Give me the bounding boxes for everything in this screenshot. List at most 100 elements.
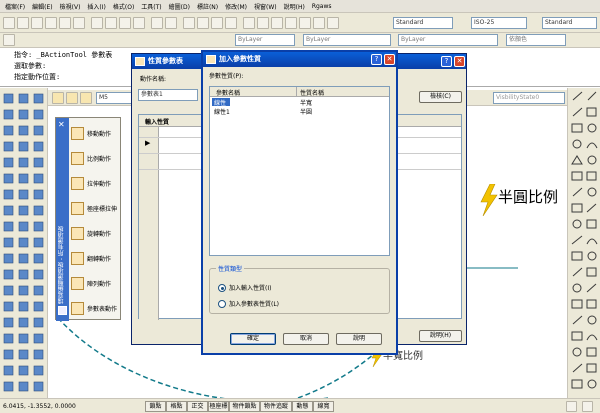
col-prop-name[interactable]: 性質名稱 xyxy=(300,88,324,97)
copy-icon[interactable] xyxy=(105,17,117,29)
osnap-toggle[interactable]: 物件鎖點 xyxy=(229,401,260,412)
palette-properties-icon[interactable] xyxy=(58,306,67,315)
menu-draw[interactable]: 繪圖(D) xyxy=(166,2,193,11)
save-block-as-icon[interactable] xyxy=(80,92,92,104)
check-button[interactable]: 檢核(C) xyxy=(419,91,462,103)
zoom-prev-icon[interactable] xyxy=(225,17,237,29)
undo-icon[interactable] xyxy=(151,17,163,29)
action-name-field[interactable]: 參數表1 xyxy=(138,89,198,101)
palette-item-stretch[interactable]: 拉伸動作 xyxy=(71,174,111,192)
table-row-cell[interactable]: 半圓 xyxy=(300,107,312,116)
menu-help[interactable]: 說明(H) xyxy=(281,2,308,11)
text-style-combo[interactable]: Standard xyxy=(393,17,453,29)
pan-icon[interactable] xyxy=(183,17,195,29)
dim-style-combo[interactable]: ISO-25 xyxy=(471,17,527,29)
lightning-icon xyxy=(480,184,498,216)
palette-item-lookup[interactable]: 參數表動作 xyxy=(71,299,117,317)
close-icon[interactable]: ✕ xyxy=(58,121,67,130)
layer-manager-icon[interactable] xyxy=(3,34,15,46)
help-button[interactable]: 說明(H) xyxy=(419,330,462,342)
help-button[interactable]: 說明 xyxy=(336,333,382,345)
tray-settings-icon[interactable] xyxy=(582,401,593,412)
palette-item-flip[interactable]: 翻轉動作 xyxy=(71,249,111,267)
menu-view[interactable]: 檢視(V) xyxy=(57,2,84,11)
zoom-icon[interactable] xyxy=(197,17,209,29)
menu-tools[interactable]: 工具(T) xyxy=(138,2,164,11)
grid-toggle[interactable]: 格點 xyxy=(166,401,187,412)
palette-item-polar-stretch[interactable]: 極座標拉伸 xyxy=(71,199,117,217)
new-icon[interactable] xyxy=(3,17,15,29)
palette-title-bar[interactable]: ✕ 塊寫編輯選項板 - 所有選項板 xyxy=(56,118,69,321)
menu-modify[interactable]: 修改(M) xyxy=(222,2,250,11)
menu-file[interactable]: 檔案(F) xyxy=(2,2,28,11)
print-icon[interactable] xyxy=(45,17,57,29)
table-row[interactable]: 線性 xyxy=(214,98,226,107)
palette-item-array[interactable]: 陣列動作 xyxy=(71,274,111,292)
polar-toggle[interactable]: 極座標 xyxy=(208,401,229,412)
ortho-toggle[interactable]: 正交 xyxy=(187,401,208,412)
zoom-window-icon[interactable] xyxy=(211,17,223,29)
help-icon[interactable] xyxy=(327,17,339,29)
design-center-icon[interactable] xyxy=(257,17,269,29)
draw-modify-tools-icon[interactable] xyxy=(0,88,48,398)
input-props-header: 輸入性質 xyxy=(145,119,170,126)
radio-checked-icon xyxy=(218,283,226,292)
cancel-button[interactable]: 取消 xyxy=(283,333,329,345)
open-icon[interactable] xyxy=(17,17,29,29)
add-lookup-property-radio[interactable]: 加入參數表性質(L) xyxy=(218,299,279,308)
menu-format[interactable]: 格式(O) xyxy=(110,2,137,11)
menu-dimension[interactable]: 標註(N) xyxy=(194,2,221,11)
coordinates-readout[interactable]: 6.0415, -1.3552, 0.0000 xyxy=(3,400,76,413)
lock-icon[interactable] xyxy=(566,401,577,412)
menu-insert[interactable]: 插入(I) xyxy=(84,2,108,11)
edit-block-icon[interactable] xyxy=(52,92,64,104)
add-input-property-radio[interactable]: 加入輸入性質(I) xyxy=(218,283,271,292)
table-row[interactable]: 線性1 xyxy=(214,107,230,116)
help-icon[interactable]: ? xyxy=(441,56,452,67)
move-action-icon xyxy=(71,126,84,140)
modify-tools-icon[interactable] xyxy=(568,88,600,398)
table-row-cell[interactable]: 半寬 xyxy=(300,98,312,107)
tool-palette-icon[interactable] xyxy=(271,17,283,29)
linetype-combo[interactable]: ByLayer xyxy=(303,34,391,46)
close-icon[interactable]: ✕ xyxy=(454,56,465,67)
markup-icon[interactable] xyxy=(299,17,311,29)
left-toolbars xyxy=(0,88,48,398)
menu-window[interactable]: 視窗(W) xyxy=(251,2,280,11)
menu-rgaws[interactable]: Rgaws xyxy=(309,3,335,10)
radio-unchecked-icon xyxy=(218,299,226,308)
status-bar: 6.0415, -1.3552, 0.0000 鎖點 格點 正交 極座標 物件鎖… xyxy=(0,398,600,413)
plotstyle-combo[interactable]: 依顏色 xyxy=(506,34,566,46)
otrack-toggle[interactable]: 物件追蹤 xyxy=(260,401,292,412)
semicircle-scale-label[interactable]: 半圓比例 xyxy=(498,186,558,207)
close-icon[interactable]: ✕ xyxy=(384,54,395,65)
snap-toggle[interactable]: 鎖點 xyxy=(145,401,166,412)
table-style-combo[interactable]: Standard xyxy=(542,17,597,29)
lineweight-toggle[interactable]: 線寬 xyxy=(313,401,334,412)
parameter-properties-list[interactable]: 參數名稱 性質名稱 線性 半寬 線性1 半圓 xyxy=(209,86,390,256)
menu-edit[interactable]: 編輯(E) xyxy=(29,2,55,11)
preview-icon[interactable] xyxy=(59,17,71,29)
save-icon[interactable] xyxy=(31,17,43,29)
dialog-title-bar[interactable]: 加入參數性質 xyxy=(203,52,396,67)
properties-icon[interactable] xyxy=(243,17,255,29)
sheet-set-icon[interactable] xyxy=(285,17,297,29)
palette-item-scale[interactable]: 比例動作 xyxy=(71,149,111,167)
dialog-title: 加入參數性質 xyxy=(219,55,261,63)
col-param-name[interactable]: 參數名稱 xyxy=(216,88,240,97)
redo-icon[interactable] xyxy=(165,17,177,29)
palette-item-move[interactable]: 移動動作 xyxy=(71,124,111,142)
ok-button[interactable]: 確定 xyxy=(230,333,276,345)
lineweight-combo[interactable]: ByLayer xyxy=(398,34,498,46)
save-block-icon[interactable] xyxy=(66,92,78,104)
palette-item-rotate[interactable]: 旋轉動作 xyxy=(71,224,111,242)
match-prop-icon[interactable] xyxy=(133,17,145,29)
visibility-state-combo[interactable]: VisbilityState0 xyxy=(493,92,565,104)
dynamic-input-toggle[interactable]: 動態 xyxy=(292,401,313,412)
publish-icon[interactable] xyxy=(73,17,85,29)
paste-icon[interactable] xyxy=(119,17,131,29)
cut-icon[interactable] xyxy=(91,17,103,29)
help-icon[interactable]: ? xyxy=(371,54,382,65)
calculator-icon[interactable] xyxy=(313,17,325,29)
color-combo[interactable]: ByLayer xyxy=(235,34,295,46)
